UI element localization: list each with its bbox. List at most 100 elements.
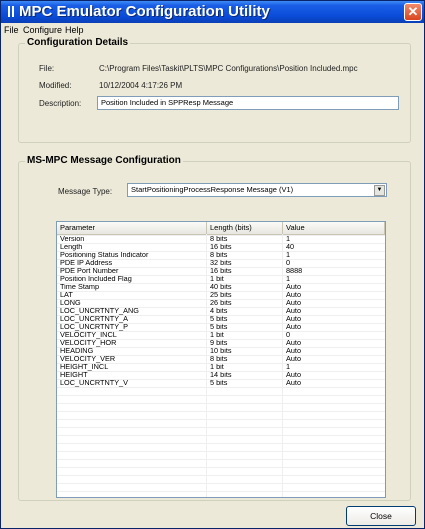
- cell-value: Auto: [286, 371, 302, 379]
- cell-value: 0: [286, 331, 291, 339]
- grid-line: [57, 283, 385, 284]
- table-row[interactable]: HEIGHT 14 bits Auto: [57, 371, 385, 379]
- cell-value: 1: [286, 363, 291, 371]
- cell-length: 5 bits: [210, 379, 228, 387]
- table-row[interactable]: VELOCITY_VER 8 bits Auto: [57, 355, 385, 363]
- cell-length: 16 bits: [210, 243, 232, 251]
- message-type-value: StartPositioningProcessResponse Message …: [131, 185, 294, 194]
- grid-line: [57, 331, 385, 332]
- cell-parameter: Time Stamp: [60, 283, 100, 291]
- table-header: Parameter Length (bits) Value: [57, 222, 385, 235]
- grid-line: [57, 355, 385, 356]
- cell-length: 8 bits: [210, 251, 228, 259]
- grid-line: [57, 379, 385, 380]
- grid-line: [57, 243, 385, 244]
- cell-parameter: Version: [60, 235, 85, 243]
- grid-line: [57, 315, 385, 316]
- table-row[interactable]: PDE Port Number 16 bits 8888: [57, 267, 385, 275]
- grid-line: [57, 267, 385, 268]
- table-row[interactable]: LONG 26 bits Auto: [57, 299, 385, 307]
- table-row[interactable]: VELOCITY_HOR 9 bits Auto: [57, 339, 385, 347]
- grid-line: [57, 235, 385, 236]
- table-row[interactable]: HEADING 10 bits Auto: [57, 347, 385, 355]
- window-close-button[interactable]: ✕: [404, 3, 422, 21]
- table-row[interactable]: Positioning Status Indicator 8 bits 1: [57, 251, 385, 259]
- grid-line: [57, 435, 385, 436]
- grid-line: [57, 443, 385, 444]
- cell-length: 4 bits: [210, 307, 228, 315]
- table-row[interactable]: LOC_UNCRTNTY_P 5 bits Auto: [57, 323, 385, 331]
- cell-length: 14 bits: [210, 371, 232, 379]
- description-input[interactable]: Position Included in SPPResp Message: [97, 96, 399, 110]
- cell-parameter: PDE IP Address: [60, 259, 113, 267]
- cell-value: Auto: [286, 355, 302, 363]
- config-details-group: [18, 43, 411, 143]
- cell-length: 9 bits: [210, 339, 228, 347]
- menu-bar: File Configure Help: [1, 23, 424, 37]
- grid-line: [57, 251, 385, 252]
- table-row[interactable]: Version 8 bits 1: [57, 235, 385, 243]
- cell-value: Auto: [286, 291, 302, 299]
- grid-line: [57, 475, 385, 476]
- grid-line: [57, 363, 385, 364]
- grid-line: [57, 347, 385, 348]
- cell-parameter: LOC_UNCRTNTY_V: [60, 379, 128, 387]
- description-label: Description:: [39, 99, 82, 108]
- table-row[interactable]: LOC_UNCRTNTY_A 5 bits Auto: [57, 315, 385, 323]
- column-header-value[interactable]: Value: [283, 222, 385, 234]
- column-header-parameter[interactable]: Parameter: [57, 222, 207, 234]
- cell-value: Auto: [286, 339, 302, 347]
- cell-length: 26 bits: [210, 299, 232, 307]
- cell-value: 1: [286, 235, 291, 243]
- column-header-length[interactable]: Length (bits): [207, 222, 283, 234]
- parameter-table[interactable]: Parameter Length (bits) Value Version 8 b…: [56, 221, 386, 498]
- table-row[interactable]: LOC_UNCRTNTY_V 5 bits Auto: [57, 379, 385, 387]
- cell-length: 10 bits: [210, 347, 232, 355]
- message-config-title: MS-MPC Message Configuration: [25, 155, 183, 167]
- grid-line: [57, 451, 385, 452]
- grid-line: [57, 339, 385, 340]
- cell-parameter: HEIGHT: [60, 371, 88, 379]
- table-row[interactable]: VELOCITY_INCL 1 bit 0: [57, 331, 385, 339]
- cell-value: 8888: [286, 267, 303, 275]
- cell-length: 1 bit: [210, 363, 224, 371]
- cell-parameter: HEADING: [60, 347, 94, 355]
- table-row[interactable]: LOC_UNCRTNTY_ANG 4 bits Auto: [57, 307, 385, 315]
- cell-length: 1 bit: [210, 275, 224, 283]
- cell-length: 1 bit: [210, 331, 224, 339]
- menu-help[interactable]: Help: [65, 24, 84, 36]
- grid-line: [57, 259, 385, 260]
- cell-parameter: Length: [60, 243, 83, 251]
- grid-line: [57, 291, 385, 292]
- table-row[interactable]: Time Stamp 40 bits Auto: [57, 283, 385, 291]
- grid-line: [57, 323, 385, 324]
- file-path: C:\Program Files\Taskit\PLTS\MPC Configu…: [99, 64, 358, 73]
- menu-configure[interactable]: Configure: [23, 24, 62, 36]
- message-type-dropdown[interactable]: StartPositioningProcessResponse Message …: [127, 183, 387, 197]
- grid-line: [57, 299, 385, 300]
- table-row[interactable]: Length 16 bits 40: [57, 243, 385, 251]
- menu-file[interactable]: File: [4, 24, 19, 36]
- cell-parameter: VELOCITY_HOR: [60, 339, 117, 347]
- grid-line: [57, 411, 385, 412]
- cell-parameter: VELOCITY_INCL: [60, 331, 117, 339]
- cell-parameter: LOC_UNCRTNTY_A: [60, 315, 128, 323]
- table-row[interactable]: Position Included Flag 1 bit 1: [57, 275, 385, 283]
- table-row[interactable]: HEIGHT_INCL 1 bit 1: [57, 363, 385, 371]
- title-bar[interactable]: MPC Emulator Configuration Utility ✕: [1, 1, 424, 23]
- table-row[interactable]: PDE IP Address 32 bits 0: [57, 259, 385, 267]
- close-button[interactable]: Close: [346, 506, 416, 526]
- cell-parameter: Positioning Status Indicator: [60, 251, 149, 259]
- cell-value: Auto: [286, 315, 302, 323]
- table-row[interactable]: LAT 25 bits Auto: [57, 291, 385, 299]
- cell-parameter: LAT: [60, 291, 73, 299]
- grid-line: [57, 371, 385, 372]
- grid-line: [57, 403, 385, 404]
- cell-parameter: LOC_UNCRTNTY_ANG: [60, 307, 139, 315]
- cell-value: 1: [286, 275, 291, 283]
- chevron-down-icon[interactable]: ▼: [374, 185, 385, 196]
- main-window: MPC Emulator Configuration Utility ✕ Fil…: [0, 0, 425, 529]
- grid-line: [57, 491, 385, 492]
- file-label: File:: [39, 64, 55, 73]
- cell-length: 5 bits: [210, 315, 228, 323]
